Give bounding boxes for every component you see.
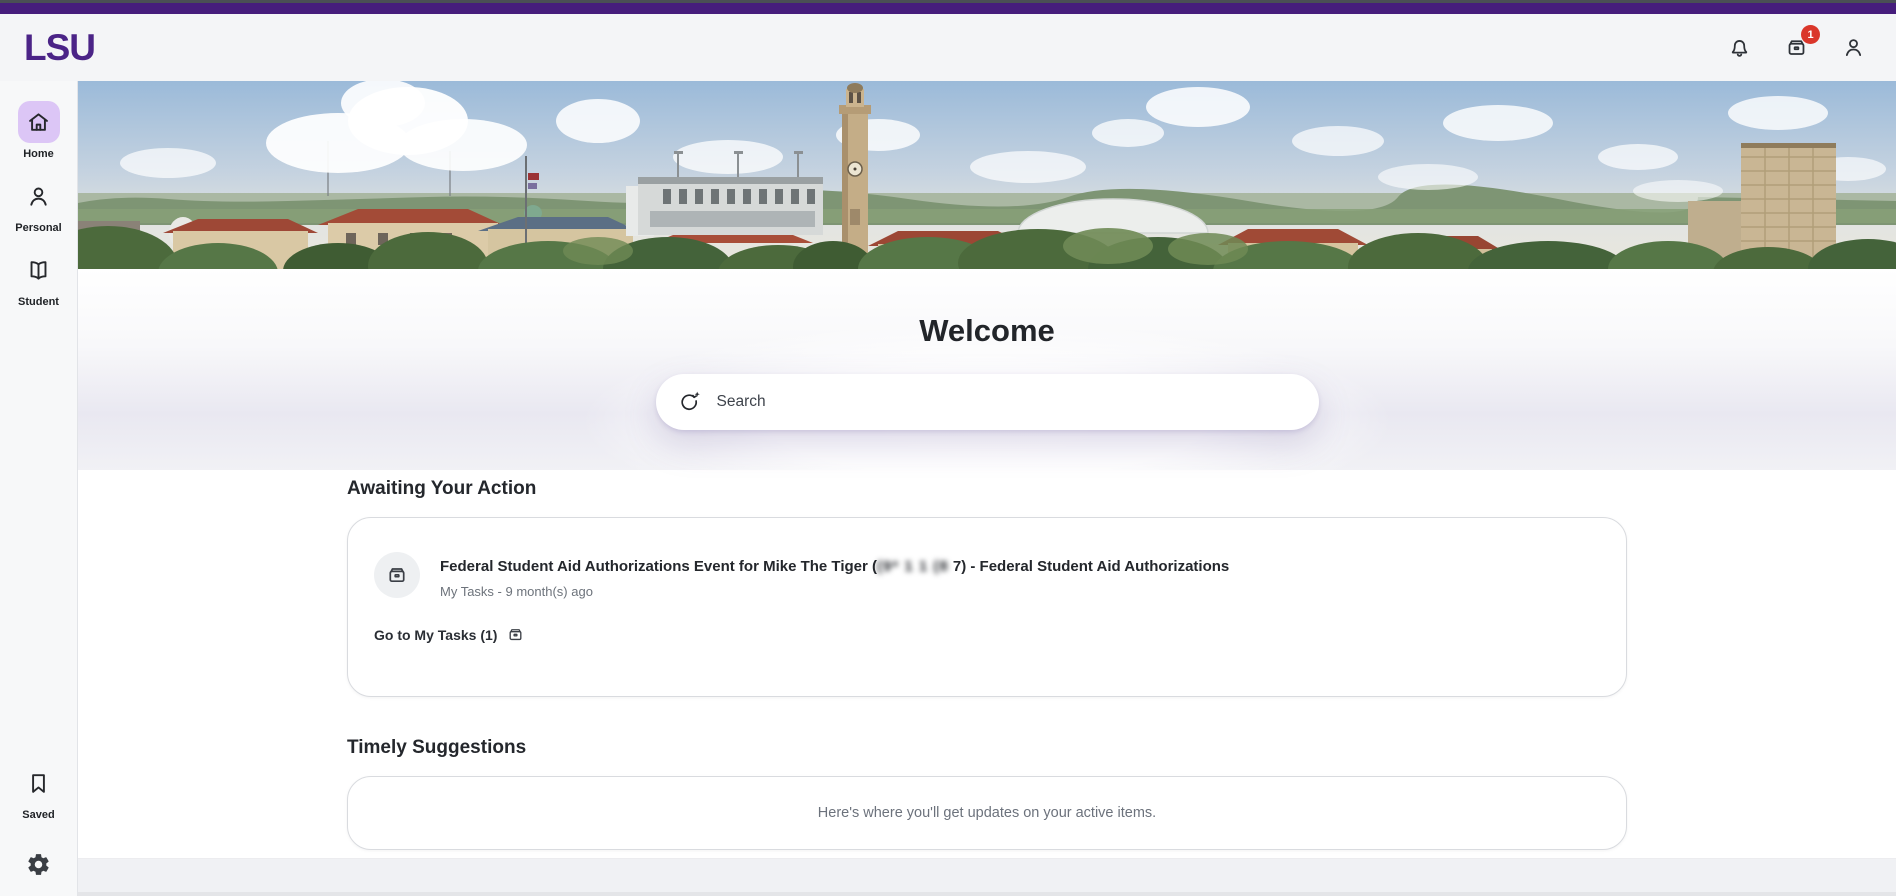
inbox-icon <box>385 563 409 587</box>
sidebar-item-personal[interactable]: Personal <box>15 175 61 234</box>
sidebar-item-label: Home <box>23 148 54 160</box>
sidebar-item-saved[interactable]: Saved <box>18 762 60 821</box>
timely-suggestions-section: Timely Suggestions Here's where you'll g… <box>347 737 1627 850</box>
task-title-prefix: Federal Student Aid Authorizations Event… <box>440 558 877 575</box>
home-icon <box>18 101 60 143</box>
sidebar-item-home[interactable]: Home <box>18 101 60 160</box>
search-bar[interactable] <box>656 374 1319 430</box>
section-heading: Timely Suggestions <box>347 737 1627 759</box>
task-title: Federal Student Aid Authorizations Event… <box>440 558 1229 575</box>
notifications-button[interactable] <box>1725 33 1754 62</box>
task-text: Federal Student Aid Authorizations Event… <box>440 546 1229 599</box>
task-title-redacted-id: (9* 1 1 (8 <box>877 558 949 575</box>
sidebar-item-label: Student <box>18 296 59 308</box>
inbox-icon <box>506 625 525 644</box>
campus-banner-image <box>78 81 1896 269</box>
task-card: Federal Student Aid Authorizations Event… <box>347 517 1627 697</box>
sidebar: Home Personal Student <box>0 81 78 896</box>
app-header: LSU 1 <box>0 14 1896 81</box>
task-inbox-avatar <box>374 552 420 598</box>
brand-purple-bar <box>0 3 1896 14</box>
gear-icon <box>26 852 51 877</box>
page-title: Welcome <box>919 313 1055 349</box>
app-shell: Home Personal Student <box>0 81 1896 896</box>
search-input[interactable] <box>715 392 1297 412</box>
page-footer-strip <box>78 858 1896 896</box>
sidebar-item-label: Saved <box>22 809 54 821</box>
settings-button[interactable] <box>22 848 55 884</box>
welcome-section: Welcome <box>78 269 1896 470</box>
header-actions: 1 <box>1725 33 1868 62</box>
ai-search-icon <box>678 390 702 414</box>
go-to-my-tasks-link[interactable]: Go to My Tasks (1) <box>374 625 1598 644</box>
awaiting-your-action-section: Awaiting Your Action Federal Student Aid… <box>347 478 1627 697</box>
task-meta: My Tasks - 9 month(s) ago <box>440 584 1229 599</box>
bell-icon <box>1727 35 1752 60</box>
main-content: Welcome Awaiting Your Action <box>78 81 1896 896</box>
my-tasks-badge: 1 <box>1801 25 1820 44</box>
my-tasks-button[interactable]: 1 <box>1782 33 1811 62</box>
person-icon <box>1841 35 1866 60</box>
task-title-suffix: 7) - Federal Student Aid Authorizations <box>949 558 1230 575</box>
bookmark-icon <box>18 762 60 804</box>
profile-button[interactable] <box>1839 33 1868 62</box>
go-to-my-tasks-label: Go to My Tasks (1) <box>374 627 497 643</box>
lsu-logo[interactable]: LSU <box>24 29 95 66</box>
sidebar-item-label: Personal <box>15 222 61 234</box>
book-icon <box>18 249 60 291</box>
section-heading: Awaiting Your Action <box>347 478 1627 500</box>
sidebar-item-student[interactable]: Student <box>18 249 60 308</box>
person-icon <box>18 175 60 217</box>
timely-empty-message: Here's where you'll get updates on your … <box>818 805 1156 821</box>
sidebar-bottom: Saved <box>18 762 60 884</box>
task-row[interactable]: Federal Student Aid Authorizations Event… <box>374 546 1598 599</box>
app-root: LSU 1 <box>0 0 1896 896</box>
timely-suggestions-card: Here's where you'll get updates on your … <box>347 776 1627 850</box>
